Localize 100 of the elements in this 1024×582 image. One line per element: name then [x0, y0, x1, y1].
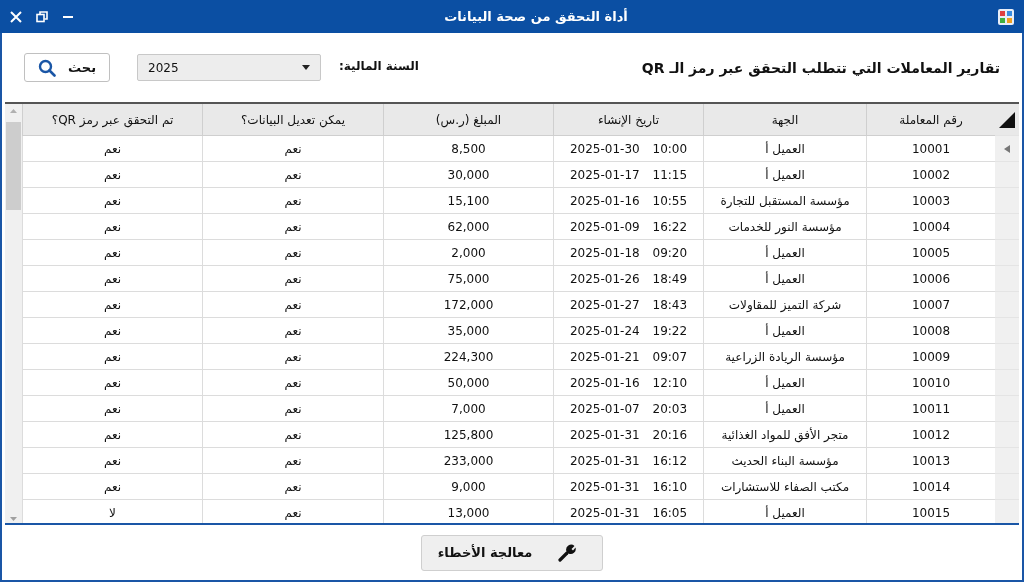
scrollbar-thumb[interactable] [6, 122, 21, 210]
table-cell: 224,300 [383, 344, 553, 370]
table-cell: 10005 [866, 240, 995, 266]
table-cell: نعم [202, 266, 383, 292]
row-header[interactable] [995, 136, 1019, 162]
current-row-icon [1004, 144, 1010, 153]
table-cell: نعم [22, 162, 202, 188]
table-cell: 75,000 [383, 266, 553, 292]
table-cell: 2025-01-24 19:22 [569, 323, 688, 338]
column-header[interactable]: الجهة [703, 104, 866, 136]
table-cell: العميل أ [703, 396, 866, 422]
fix-errors-button[interactable]: معالجة الأخطاء [421, 534, 603, 571]
restore-icon[interactable] [36, 10, 48, 23]
table-cell: 50,000 [383, 370, 553, 396]
table-cell: العميل أ [703, 266, 866, 292]
table-cell: 10009 [866, 344, 995, 370]
table-cell: نعم [22, 396, 202, 422]
close-icon[interactable] [10, 10, 22, 23]
table-cell: نعم [22, 136, 202, 162]
table-cell: 10007 [866, 292, 995, 318]
table-cell: 172,000 [383, 292, 553, 318]
table-cell: نعم [202, 214, 383, 240]
table-cell: نعم [202, 396, 383, 422]
table-cell: 10012 [866, 422, 995, 448]
table-cell: 10008 [866, 318, 995, 344]
table-cell: نعم [22, 474, 202, 500]
table-cell: 2025-01-30 10:00 [569, 141, 688, 156]
table-cell: 2025-01-31 16:12 [569, 453, 688, 468]
column-header[interactable]: رقم المعاملة [866, 104, 995, 136]
table-cell: نعم [22, 370, 202, 396]
table-cell: 7,000 [383, 396, 553, 422]
table-cell: 2025-01-26 18:49 [569, 271, 688, 286]
table-cell: 10010 [866, 370, 995, 396]
table-cell: نعم [22, 292, 202, 318]
table-cell: العميل أ [703, 318, 866, 344]
table-cell: مؤسسة الريادة الزراعية [703, 344, 866, 370]
table-cell: مؤسسة المستقبل للتجارة [703, 188, 866, 214]
table-cell: نعم [202, 344, 383, 370]
table-cell: 10013 [866, 448, 995, 474]
table-cell: 10006 [866, 266, 995, 292]
report-heading: تقارير المعاملات التي تتطلب التحقق عبر رمز الـ QR [641, 59, 1000, 76]
column-header[interactable]: يمكن تعديل البيانات؟ [202, 104, 383, 136]
vertical-scrollbar[interactable] [5, 104, 22, 523]
table-cell: 2025-01-27 18:43 [569, 297, 688, 312]
dropdown-caret-icon [302, 65, 310, 70]
table-cell: 10003 [866, 188, 995, 214]
column-header[interactable]: تاريخ الإنشاء [553, 104, 703, 136]
table-cell: 2025-01-31 16:05 [569, 505, 688, 520]
year-label: السنة المالية: [339, 58, 419, 73]
table-cell: نعم [202, 370, 383, 396]
table-cell: نعم [22, 188, 202, 214]
table-cell: العميل أ [703, 136, 866, 162]
table-cell: 9,000 [383, 474, 553, 500]
table-cell: 10002 [866, 162, 995, 188]
table-cell: 2025-01-16 10:55 [569, 193, 688, 208]
table-cell: متجر الأفق للمواد الغذائية [703, 422, 866, 448]
table-cell: 125,800 [383, 422, 553, 448]
table-cell: 2025-01-18 09:20 [569, 245, 688, 260]
table-cell: مكتب الصفاء للاستشارات [703, 474, 866, 500]
table-cell: نعم [22, 266, 202, 292]
column-header[interactable]: تم التحقق عبر رمز QR؟ [22, 104, 202, 136]
table-cell: 30,000 [383, 162, 553, 188]
table-cell: نعم [202, 292, 383, 318]
search-icon [38, 58, 56, 77]
table-cell: العميل أ [703, 370, 866, 396]
table-cell: نعم [202, 162, 383, 188]
select-all-icon[interactable] [999, 111, 1015, 128]
window-title: أداة التحقق من صحة البيانات [443, 9, 629, 24]
table-cell: نعم [22, 422, 202, 448]
table-cell: 10011 [866, 396, 995, 422]
table-cell: 2025-01-31 20:16 [569, 427, 688, 442]
table-cell: نعم [202, 422, 383, 448]
table-cell: 35,000 [383, 318, 553, 344]
table-cell: نعم [22, 214, 202, 240]
table-cell: 233,000 [383, 448, 553, 474]
table-cell: 15,100 [383, 188, 553, 214]
table-cell: 2025-01-31 16:10 [569, 479, 688, 494]
table-cell: 2025-01-09 16:22 [569, 219, 688, 234]
table-cell: 2025-01-07 20:03 [569, 401, 688, 416]
table-cell: نعم [22, 318, 202, 344]
table-cell: مؤسسة البناء الحديث [703, 448, 866, 474]
table-cell: نعم [202, 448, 383, 474]
table-cell: نعم [22, 240, 202, 266]
table-cell: 62,000 [383, 214, 553, 240]
table-cell: نعم [22, 344, 202, 370]
table-cell: شركة التميز للمقاولات [703, 292, 866, 318]
year-dropdown[interactable]: 2025 [137, 54, 321, 81]
table-cell: 10004 [866, 214, 995, 240]
app-icon [998, 8, 1014, 25]
table-cell: نعم [202, 240, 383, 266]
table-cell: العميل أ [703, 240, 866, 266]
table-cell: نعم [22, 448, 202, 474]
table-cell: 2025-01-16 12:10 [569, 375, 688, 390]
table-cell: نعم [202, 474, 383, 500]
search-button[interactable]: بحث [24, 53, 110, 82]
table-cell: نعم [202, 136, 383, 162]
table-cell: 2025-01-21 09:07 [569, 349, 688, 364]
column-header[interactable]: المبلغ (ر.س) [383, 104, 553, 136]
table-cell: 2025-01-17 11:15 [569, 167, 688, 182]
table-cell: 2,000 [383, 240, 553, 266]
